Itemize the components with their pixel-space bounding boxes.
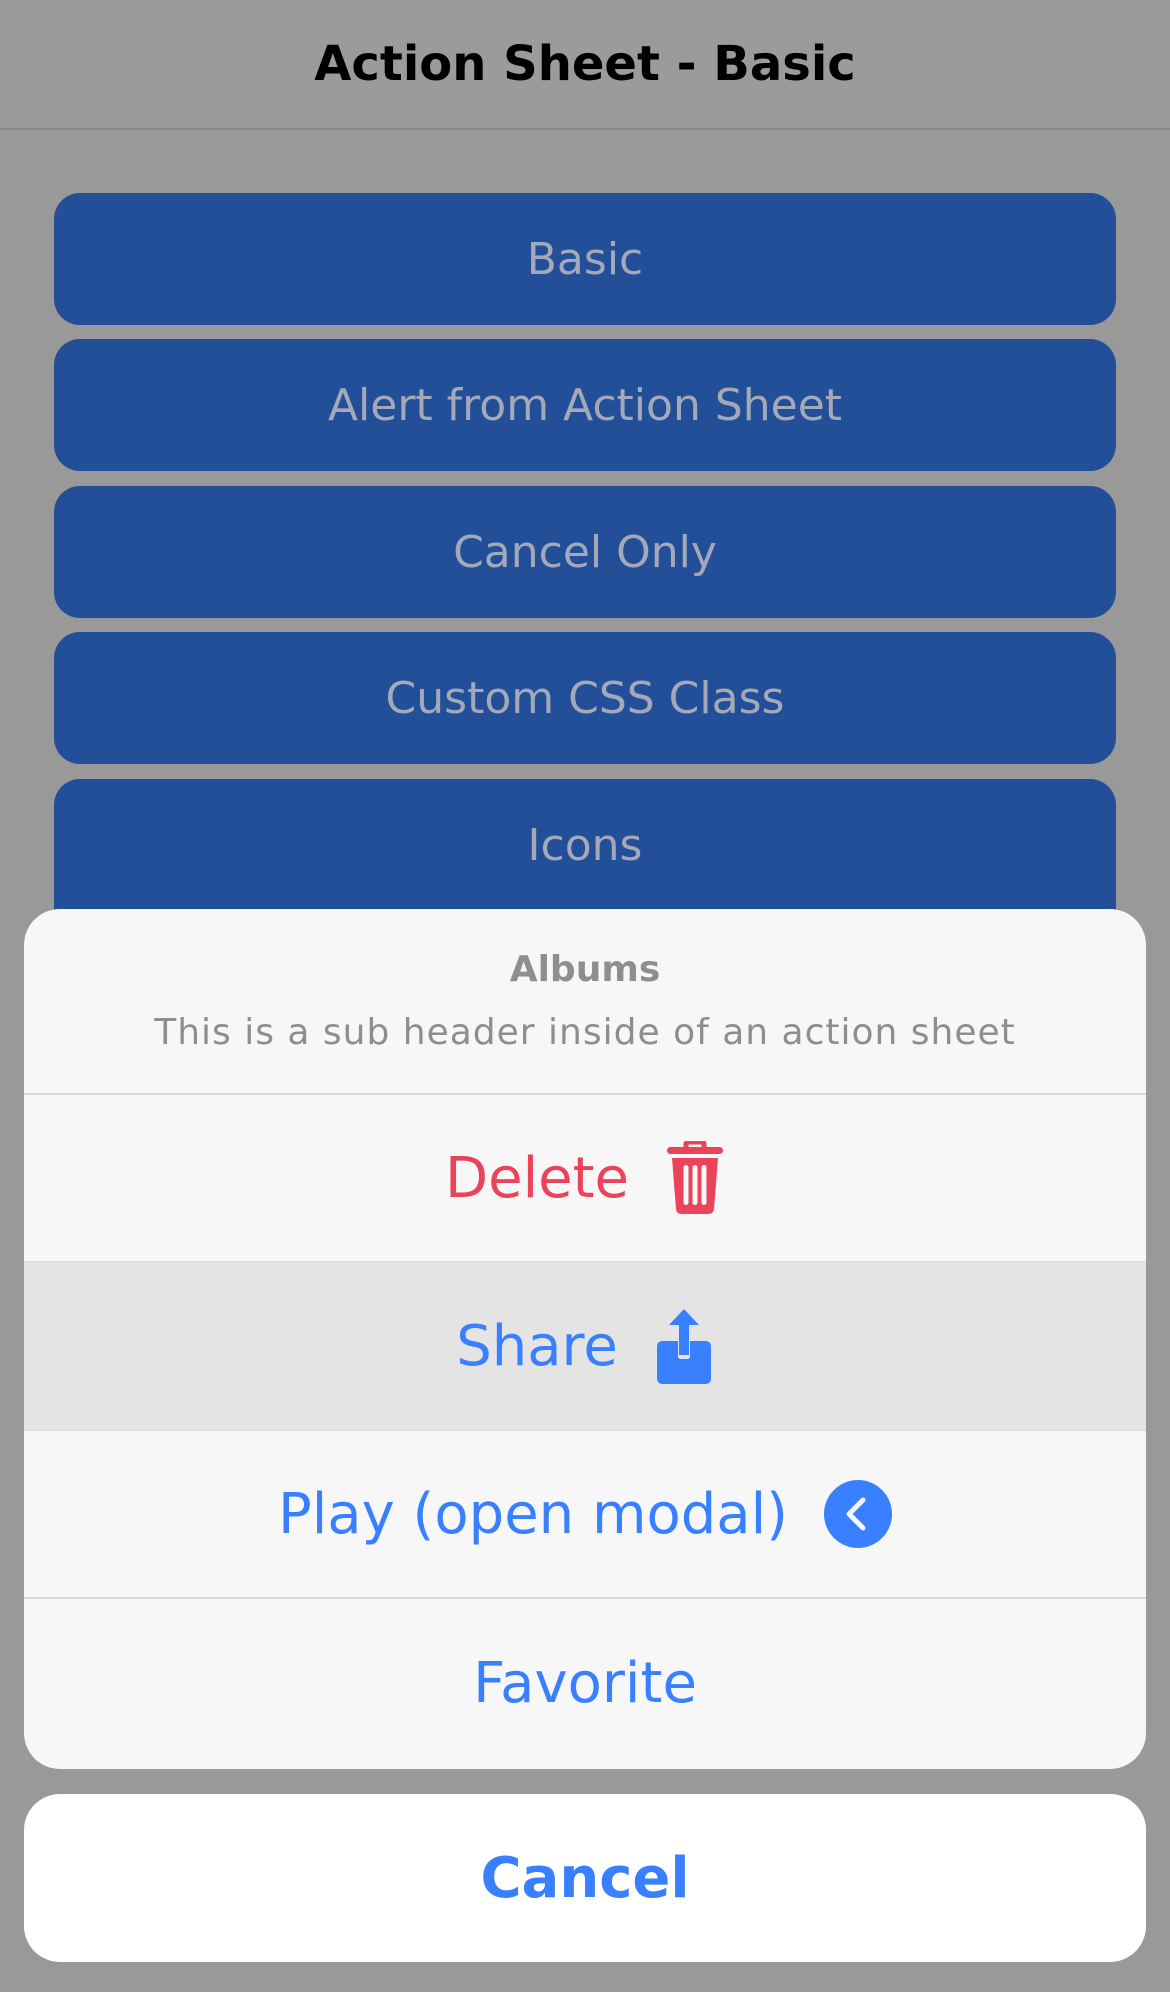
alert-from-action-sheet-button[interactable]: Alert from Action Sheet bbox=[54, 339, 1116, 471]
action-sheet-group: Albums This is a sub header inside of an… bbox=[24, 909, 1146, 1769]
basic-button[interactable]: Basic bbox=[54, 193, 1116, 325]
action-sheet-title: Albums bbox=[509, 949, 661, 990]
trash-icon bbox=[665, 1141, 725, 1215]
icons-button[interactable]: Icons bbox=[54, 779, 1116, 911]
cancel-button[interactable]: Cancel bbox=[24, 1794, 1146, 1962]
custom-css-class-button[interactable]: Custom CSS Class bbox=[54, 632, 1116, 764]
share-action-label: Share bbox=[456, 1313, 618, 1379]
caret-back-circle-icon bbox=[824, 1480, 893, 1548]
cancel-only-button[interactable]: Cancel Only bbox=[54, 486, 1116, 618]
toolbar-header: Action Sheet - Basic bbox=[0, 0, 1170, 130]
delete-action[interactable]: Delete bbox=[24, 1095, 1146, 1263]
cancel-button-label: Cancel bbox=[480, 1845, 690, 1911]
page-title: Action Sheet - Basic bbox=[314, 36, 856, 92]
action-sheet-header: Albums This is a sub header inside of an… bbox=[24, 909, 1146, 1095]
action-sheet-subtitle: This is a sub header inside of an action… bbox=[154, 1012, 1016, 1053]
favorite-action[interactable]: Favorite bbox=[24, 1599, 1146, 1767]
play-action-label: Play (open modal) bbox=[277, 1481, 789, 1547]
share-icon bbox=[654, 1307, 714, 1385]
share-action[interactable]: Share bbox=[24, 1263, 1146, 1431]
favorite-action-label: Favorite bbox=[473, 1650, 697, 1716]
play-action[interactable]: Play (open modal) bbox=[24, 1431, 1146, 1599]
delete-action-label: Delete bbox=[445, 1145, 629, 1211]
